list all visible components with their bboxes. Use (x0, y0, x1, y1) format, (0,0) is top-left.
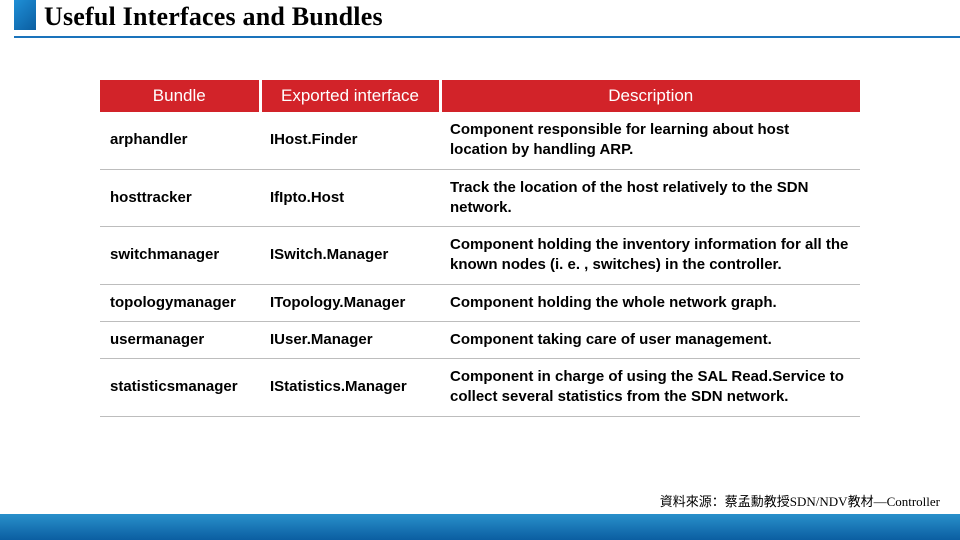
cell-description: Component responsible for learning about… (440, 112, 860, 169)
cell-description: Component holding the inventory informat… (440, 227, 860, 285)
cell-description: Component taking care of user management… (440, 321, 860, 358)
cell-bundle: switchmanager (100, 227, 260, 285)
header-accent (14, 0, 36, 30)
table-row: usermanager IUser.Manager Component taki… (100, 321, 860, 358)
interfaces-table-container: Bundle Exported interface Description ar… (100, 80, 860, 417)
table-row: topologymanager ITopology.Manager Compon… (100, 284, 860, 321)
table-row: switchmanager ISwitch.Manager Component … (100, 227, 860, 285)
col-bundle: Bundle (100, 80, 260, 112)
source-credit: 資料來源：蔡孟勳教授SDN/NDV教材—Controller (660, 491, 940, 510)
cell-description: Track the location of the host relativel… (440, 169, 860, 227)
cell-bundle: arphandler (100, 112, 260, 169)
slide-title: Useful Interfaces and Bundles (44, 2, 383, 32)
cell-description: Component holding the whole network grap… (440, 284, 860, 321)
cell-interface: IUser.Manager (260, 321, 440, 358)
table-row: statisticsmanager IStatistics.Manager Co… (100, 359, 860, 417)
cell-description: Component in charge of using the SAL Rea… (440, 359, 860, 417)
cell-bundle: statisticsmanager (100, 359, 260, 417)
cell-interface: IfIpto.Host (260, 169, 440, 227)
header-underline (14, 36, 960, 38)
cell-interface: ITopology.Manager (260, 284, 440, 321)
cell-interface: ISwitch.Manager (260, 227, 440, 285)
cell-interface: IHost.Finder (260, 112, 440, 169)
cell-bundle: hosttracker (100, 169, 260, 227)
table-header-row: Bundle Exported interface Description (100, 80, 860, 112)
col-interface: Exported interface (260, 80, 440, 112)
table-row: arphandler IHost.Finder Component respon… (100, 112, 860, 169)
footer-bar (0, 514, 960, 540)
interfaces-table: Bundle Exported interface Description ar… (100, 80, 860, 417)
cell-interface: IStatistics.Manager (260, 359, 440, 417)
slide-header: Useful Interfaces and Bundles (0, 0, 960, 46)
col-description: Description (440, 80, 860, 112)
cell-bundle: topologymanager (100, 284, 260, 321)
cell-bundle: usermanager (100, 321, 260, 358)
table-row: hosttracker IfIpto.Host Track the locati… (100, 169, 860, 227)
